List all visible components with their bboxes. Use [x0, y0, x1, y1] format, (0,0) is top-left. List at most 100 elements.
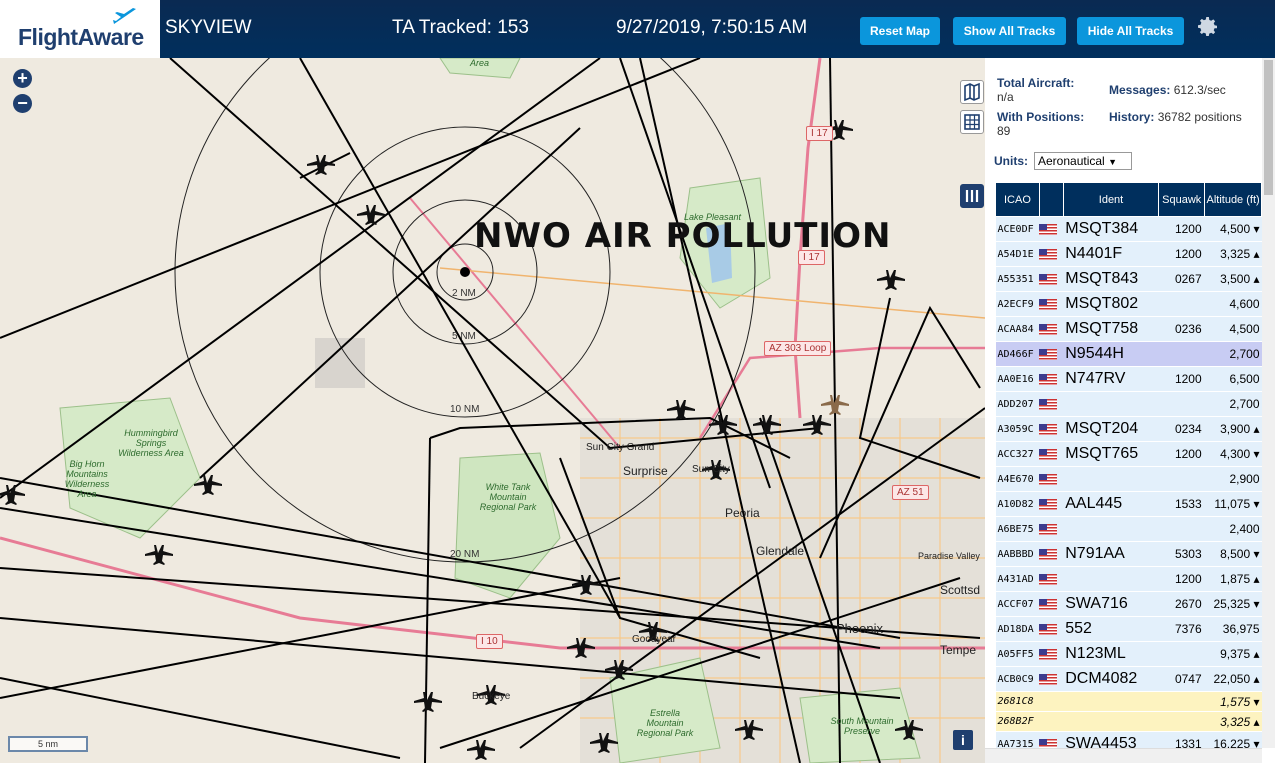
flightaware-logo[interactable]: FlightAware: [0, 0, 160, 58]
highway-shield: I 10: [476, 634, 503, 649]
table-row[interactable]: 2681C8 1,575 ▾: [995, 691, 1262, 712]
top-bar: FlightAware SKYVIEW TA Tracked: 153 9/27…: [0, 0, 1275, 58]
table-row[interactable]: AD466F N9544H 2,700: [995, 341, 1262, 367]
place-label: Paradise Valley: [918, 551, 980, 561]
us-flag-icon: [1039, 674, 1058, 686]
column-header-ident[interactable]: Ident: [1062, 182, 1160, 217]
cell-icao: A3059C: [995, 416, 1040, 442]
table-row[interactable]: A10D82 AAL445 1533 11,075 ▾: [995, 491, 1262, 517]
cell-squawk: [1158, 516, 1205, 542]
cell-ident: N123ML: [1063, 641, 1159, 667]
table-row[interactable]: A3059C MSQT204 0234 3,900 ▴: [995, 416, 1262, 442]
aircraft-table-container[interactable]: ICAO Ident Squawk Altitude (ft) ACE0DF MS…: [995, 182, 1262, 750]
gear-icon[interactable]: [1196, 15, 1220, 39]
reset-map-button[interactable]: Reset Map: [860, 17, 940, 45]
highway-shield: I 17: [806, 126, 833, 141]
cell-ident: [1063, 691, 1159, 712]
table-row[interactable]: AA0E16 N747RV 1200 6,500: [995, 366, 1262, 392]
cell-ident: MSQT758: [1063, 316, 1159, 342]
column-header-altitude[interactable]: Altitude (ft): [1204, 182, 1262, 217]
us-flag-icon: [1039, 474, 1058, 486]
cell-ident: 552: [1063, 616, 1159, 642]
range-ring-label: 20 NM: [450, 549, 480, 560]
table-row[interactable]: AABBBD N791AA 5303 8,500 ▾: [995, 541, 1262, 567]
table-row[interactable]: ACE0DF MSQT384 1200 4,500 ▾: [995, 216, 1262, 242]
cell-ident: N791AA: [1063, 541, 1159, 567]
cell-altitude: 1,875 ▴: [1204, 566, 1262, 592]
column-header-icao[interactable]: ICAO: [995, 182, 1040, 217]
cell-flag: [1039, 466, 1064, 492]
cell-ident: AAL445: [1063, 491, 1159, 517]
cell-ident: MSQT843: [1063, 266, 1159, 292]
cell-icao: ACE0DF: [995, 216, 1040, 242]
cell-altitude: 3,900 ▴: [1204, 416, 1262, 442]
cell-ident: [1063, 391, 1159, 417]
cell-icao: AD18DA: [995, 616, 1040, 642]
cell-ident: [1063, 466, 1159, 492]
cell-squawk: 0267: [1158, 266, 1205, 292]
table-row[interactable]: A54D1E N4401F 1200 3,325 ▴: [995, 241, 1262, 267]
cell-altitude: 3,325 ▴: [1204, 241, 1262, 267]
show-all-tracks-button[interactable]: Show All Tracks: [953, 17, 1066, 45]
cell-flag: [1039, 541, 1064, 567]
cell-icao: ACC327: [995, 441, 1040, 467]
table-row[interactable]: A6BE75 2,400: [995, 516, 1262, 542]
table-row[interactable]: A2ECF9 MSQT802 4,600: [995, 291, 1262, 317]
place-label: Glendale: [756, 544, 805, 558]
map-view[interactable]: + − NWO AIR POLLUTION 2 NM 5 NM 10 NM 20…: [0, 58, 985, 763]
messages-stat: Messages: 612.3/sec: [1109, 83, 1226, 97]
cell-icao: AD466F: [995, 341, 1040, 367]
cell-flag: [1039, 241, 1064, 267]
stat-label: Total Aircraft:: [997, 76, 1075, 90]
place-label: Sun City: [692, 464, 730, 475]
column-header-flag[interactable]: [1038, 182, 1064, 217]
place-label: Surprise: [623, 464, 668, 478]
table-row[interactable]: AD18DA 552 7376 36,975: [995, 616, 1262, 642]
table-row[interactable]: ACCF07 SWA716 2670 25,325 ▾: [995, 591, 1262, 617]
cell-flag: [1039, 711, 1064, 732]
table-row[interactable]: ACC327 MSQT765 1200 4,300 ▾: [995, 441, 1262, 467]
cell-ident: SWA716: [1063, 591, 1159, 617]
zoom-out-button[interactable]: −: [13, 94, 32, 113]
cell-altitude: 22,050 ▴: [1204, 666, 1262, 692]
column-header-squawk[interactable]: Squawk: [1158, 182, 1206, 217]
cell-ident: MSQT204: [1063, 416, 1159, 442]
table-row[interactable]: ACAA84 MSQT758 0236 4,500: [995, 316, 1262, 342]
place-label: Phoenix: [836, 621, 883, 636]
table-row[interactable]: A05FF5 N123ML 9,375 ▴: [995, 641, 1262, 667]
hide-all-tracks-button[interactable]: Hide All Tracks: [1077, 17, 1184, 45]
cell-squawk: 7376: [1158, 616, 1205, 642]
table-row[interactable]: 268B2F 3,325 ▴: [995, 711, 1262, 732]
table-row[interactable]: ADD207 2,700: [995, 391, 1262, 417]
us-flag-icon: [1039, 299, 1058, 311]
place-label: Peoria: [725, 506, 760, 520]
us-flag-icon: [1039, 274, 1058, 286]
info-button[interactable]: i: [953, 730, 973, 750]
cell-icao: AA0E16: [995, 366, 1040, 392]
cell-icao: A05FF5: [995, 641, 1040, 667]
horizontal-scrollbar[interactable]: [985, 748, 1262, 763]
us-flag-icon: [1039, 499, 1058, 511]
scrollbar-thumb[interactable]: [1264, 60, 1273, 195]
stat-label: Messages:: [1109, 83, 1171, 97]
cell-altitude: 4,500 ▾: [1204, 216, 1262, 242]
table-row[interactable]: A55351 MSQT843 0267 3,500 ▴: [995, 266, 1262, 292]
table-row[interactable]: A4E670 2,900: [995, 466, 1262, 492]
units-select[interactable]: Aeronautical ▼: [1034, 152, 1132, 170]
table-row[interactable]: ACB0C9 DCM4082 0747 22,050 ▴: [995, 666, 1262, 692]
table-row[interactable]: A431AD 1200 1,875 ▴: [995, 566, 1262, 592]
grid-toggle-button[interactable]: [960, 110, 984, 134]
park-label: Big Horn Mountains Wilderness Area: [64, 459, 110, 499]
app-title: SKYVIEW: [165, 17, 252, 38]
zoom-in-button[interactable]: +: [13, 69, 32, 88]
map-layers-button[interactable]: [960, 80, 984, 104]
sidebar-toggle-button[interactable]: [960, 184, 984, 208]
cell-flag: [1039, 266, 1064, 292]
aircraft-table: ICAO Ident Squawk Altitude (ft) ACE0DF MS…: [995, 182, 1262, 750]
cell-flag: [1039, 616, 1064, 642]
stat-value: 89: [997, 124, 1011, 138]
cell-flag: [1039, 691, 1064, 712]
cell-icao: A6BE75: [995, 516, 1040, 542]
range-ring-label: 5 NM: [452, 331, 476, 342]
cell-squawk: [1158, 291, 1205, 317]
